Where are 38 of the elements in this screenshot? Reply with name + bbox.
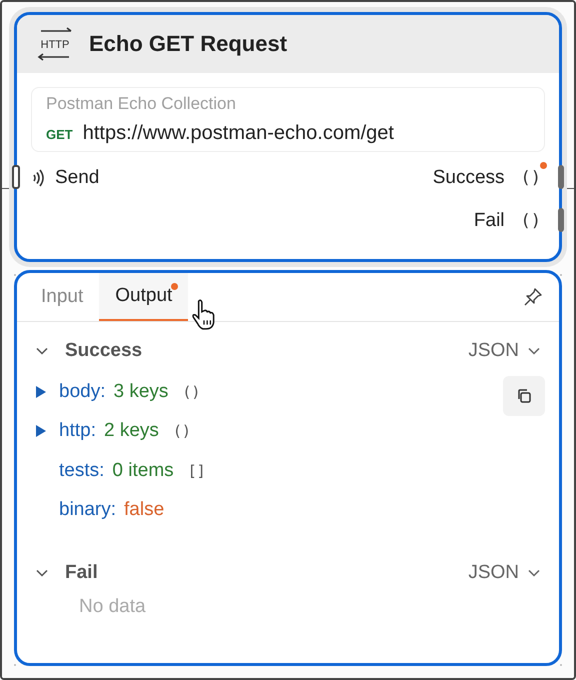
json-value: 0 items xyxy=(112,460,174,482)
port-handle[interactable] xyxy=(558,208,564,232)
bracket-label: () xyxy=(520,210,541,230)
port-label: Send xyxy=(55,166,100,188)
hand-cursor-icon xyxy=(191,299,217,331)
port-label: Fail xyxy=(474,210,505,232)
json-key: binary: xyxy=(59,499,116,522)
method-label: GET xyxy=(46,127,73,142)
format-dropdown[interactable]: JSON xyxy=(468,562,541,584)
section-title: Fail xyxy=(65,562,98,584)
json-value: 3 keys xyxy=(113,380,168,403)
collection-name: Postman Echo Collection xyxy=(46,94,237,114)
format-dropdown[interactable]: JSON xyxy=(468,340,541,362)
request-box[interactable]: Postman Echo Collection GET https://www.postman-echo.com/get xyxy=(31,87,545,152)
bracket-label: () xyxy=(520,168,541,188)
signal-icon xyxy=(31,168,45,186)
section-title: Success xyxy=(65,340,142,362)
panel-tab[interactable]: Output xyxy=(99,273,188,321)
request-url: https://www.postman-echo.com/get xyxy=(82,122,394,145)
expand-triangle-icon[interactable] xyxy=(35,424,47,438)
json-value: false xyxy=(124,499,164,522)
bracket-label: [] xyxy=(188,462,206,480)
copy-icon xyxy=(516,388,532,404)
empty-message: No data xyxy=(78,595,147,618)
port-label: Success xyxy=(432,166,505,188)
port-handle[interactable] xyxy=(558,165,564,189)
json-key: http: xyxy=(59,420,96,442)
node-title: Echo GET Request xyxy=(89,31,288,57)
json-key: body: xyxy=(59,380,106,403)
port-handle[interactable] xyxy=(12,165,20,189)
json-value: 2 keys xyxy=(104,420,159,442)
bracket-label: () xyxy=(182,382,200,401)
bracket-label: () xyxy=(172,422,191,440)
copy-button[interactable] xyxy=(503,376,545,416)
json-key: tests: xyxy=(59,460,104,482)
pin-icon[interactable] xyxy=(523,287,543,307)
panel-tab[interactable]: Input xyxy=(25,273,100,321)
expand-triangle-icon[interactable] xyxy=(35,384,47,399)
